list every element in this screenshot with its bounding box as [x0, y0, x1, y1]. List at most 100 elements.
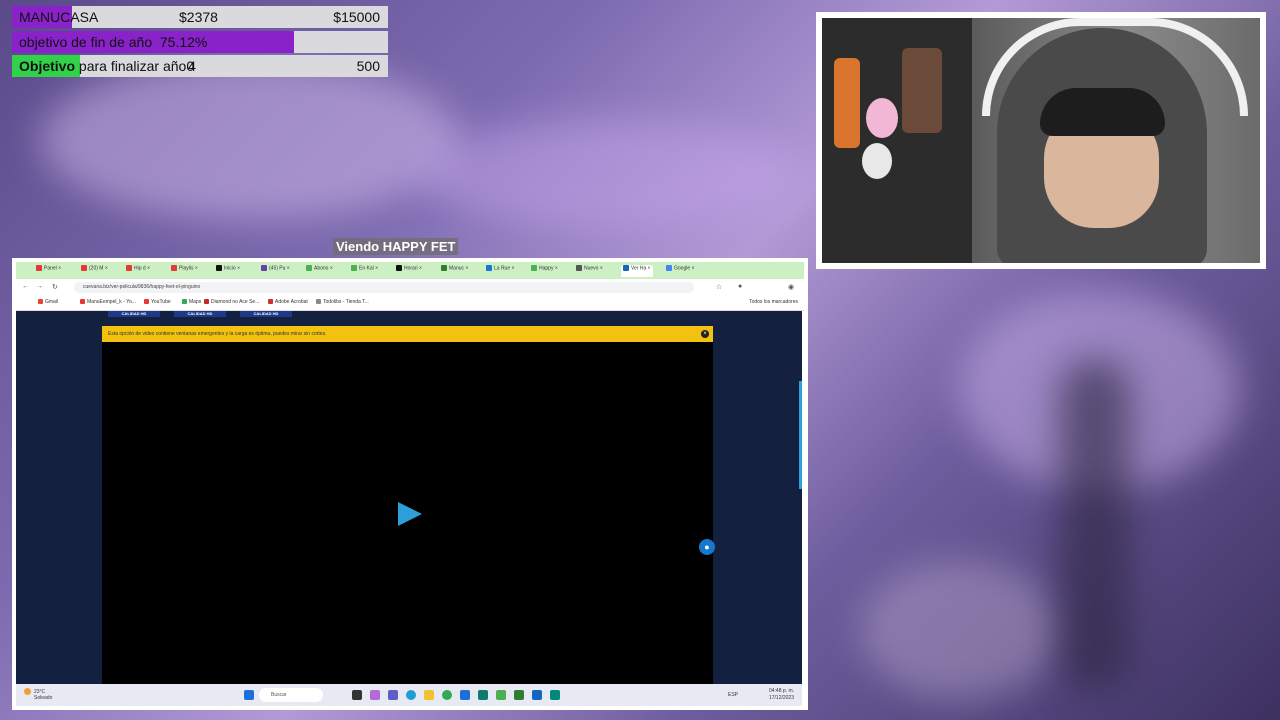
close-icon[interactable]: ×: [701, 330, 709, 338]
sun-icon: [24, 688, 31, 695]
tab-close-icon[interactable]: ×: [510, 265, 515, 271]
scrollbar[interactable]: [799, 381, 802, 489]
tab-close-icon[interactable]: ×: [285, 265, 290, 271]
browser-tab[interactable]: Google ×: [666, 265, 694, 277]
goal-target: 500: [356, 58, 380, 74]
tab-label: Nuevo: [584, 265, 599, 272]
tab-favicon: [441, 265, 447, 271]
tab-favicon: [261, 265, 267, 271]
language-indicator[interactable]: ESP: [728, 692, 738, 698]
sticker: [866, 98, 898, 138]
browser-tab[interactable]: Happy ×: [531, 265, 558, 277]
explorer-icon[interactable]: [424, 690, 434, 700]
goal-target: $15000: [333, 9, 380, 25]
chrome-icon[interactable]: [442, 690, 452, 700]
tab-close-icon[interactable]: ×: [374, 265, 378, 271]
goal-label-bold: Objetivo: [19, 58, 76, 74]
browser-tab[interactable]: Hip d ×: [126, 265, 150, 277]
browser-tab[interactable]: Abono ×: [306, 265, 333, 277]
task-view-icon[interactable]: [352, 690, 362, 700]
goal-row-year: objetivo de fin de año 75.12%: [12, 30, 388, 53]
url-field[interactable]: cuevana.biz/ver-pelicula/9836/happy-feet…: [74, 282, 694, 293]
bookmark-label: ManuEempel_k - Yo...: [87, 299, 136, 305]
bookmark-favicon: [38, 299, 43, 305]
tab-favicon: [666, 265, 672, 271]
profile-icon[interactable]: ◉: [788, 283, 794, 291]
tab-close-icon[interactable]: ×: [646, 265, 651, 271]
browser-tab[interactable]: Horari ×: [396, 265, 422, 277]
tab-favicon: [531, 265, 537, 271]
star-icon[interactable]: ☆: [716, 283, 722, 291]
video-player[interactable]: ●: [102, 342, 715, 684]
tab-close-icon[interactable]: ×: [418, 265, 422, 271]
copilot-icon[interactable]: [370, 690, 380, 700]
browser-tab[interactable]: (20) M ×: [81, 265, 108, 277]
teams-icon[interactable]: [388, 690, 398, 700]
bookmark-item[interactable]: Adobe Acrobat: [268, 299, 308, 305]
windows-start-icon[interactable]: [244, 690, 254, 700]
app-icon[interactable]: [496, 690, 506, 700]
tab-label: Panel: [44, 265, 57, 272]
bookmark-favicon: [144, 299, 149, 305]
blossom-blob: [420, 120, 800, 230]
clock[interactable]: 04:48 p. m. 17/12/2023: [769, 688, 794, 702]
app-icon[interactable]: [532, 690, 542, 700]
bookmark-label: Maps: [189, 299, 202, 305]
tab-close-icon[interactable]: ×: [103, 265, 108, 271]
taskbar-search[interactable]: Buscar: [259, 688, 323, 702]
tab-label: Abono: [314, 265, 329, 272]
browser-tab[interactable]: Playlis ×: [171, 265, 198, 277]
forward-icon[interactable]: →: [36, 283, 43, 290]
figure: [902, 48, 942, 133]
extensions-icon[interactable]: ●: [738, 283, 742, 290]
browser-tab[interactable]: Panel ×: [36, 265, 61, 277]
store-icon[interactable]: [460, 690, 470, 700]
address-bar-row: ← → ↻ cuevana.biz/ver-pelicula/9836/happ…: [16, 280, 804, 295]
tab-close-icon[interactable]: ×: [553, 265, 558, 271]
quality-hd-button[interactable]: CALIDAD HD: [108, 311, 160, 317]
edge-icon[interactable]: [406, 690, 416, 700]
browser-tab[interactable]: Nuevo ×: [576, 265, 603, 277]
tab-close-icon[interactable]: ×: [193, 265, 198, 271]
tab-bar: Panel × (20) M × Hip d × Playlis × Inicio ×(…: [16, 262, 804, 279]
tab-favicon: [171, 265, 177, 271]
tab-close-icon[interactable]: ×: [328, 265, 333, 271]
lightbulb-icon[interactable]: ●: [699, 539, 715, 555]
app-icon[interactable]: [514, 690, 524, 700]
tab-label: Manuc: [449, 265, 465, 272]
tab-close-icon[interactable]: ×: [598, 265, 603, 271]
quality-hd-button[interactable]: CALIDAD HD: [174, 311, 226, 317]
bookmark-item[interactable]: YouTube: [144, 299, 171, 305]
goal-name: MANUCASA: [19, 9, 98, 25]
browser-tab[interactable]: La Rue ×: [486, 265, 514, 277]
bookmark-item[interactable]: Gmail: [38, 299, 58, 305]
bookmark-item[interactable]: ManuEempel_k - Yo...: [80, 299, 136, 305]
tab-favicon: [576, 265, 582, 271]
play-icon[interactable]: [398, 502, 422, 526]
tab-label: La Rue: [494, 265, 511, 272]
tab-close-icon[interactable]: ×: [146, 265, 150, 271]
browser-tab[interactable]: Ver Ha ×: [621, 265, 653, 277]
bookmark-item[interactable]: Diamond no Ace Se...: [204, 299, 259, 305]
tab-favicon: [216, 265, 222, 271]
all-bookmarks[interactable]: Todos los marcadores: [749, 299, 798, 305]
goal-label-text: objetivo de fin de año: [19, 33, 153, 50]
reload-icon[interactable]: ↻: [52, 283, 58, 291]
tab-close-icon[interactable]: ×: [690, 265, 695, 271]
back-icon[interactable]: ←: [22, 283, 29, 290]
quality-hd-button[interactable]: CALIDAD HD: [240, 311, 292, 317]
bookmark-item[interactable]: Maps: [182, 299, 201, 305]
tab-close-icon[interactable]: ×: [57, 265, 61, 271]
goal-current: $2378: [179, 9, 218, 25]
bookmark-item[interactable]: Todolibs - Tienda T...: [316, 299, 369, 305]
browser-tab[interactable]: (45) Pu ×: [261, 265, 290, 277]
app-icon[interactable]: [478, 690, 488, 700]
browser-tab[interactable]: En Kal ×: [351, 265, 378, 277]
weather-temp: 23°C: [34, 688, 46, 695]
browser-tab[interactable]: Manuc ×: [441, 265, 468, 277]
app-icon[interactable]: [550, 690, 560, 700]
weather-widget[interactable]: 23°C Soleado: [24, 688, 52, 701]
tab-close-icon[interactable]: ×: [236, 265, 240, 271]
tab-close-icon[interactable]: ×: [464, 265, 468, 271]
browser-tab[interactable]: Inicio ×: [216, 265, 240, 277]
